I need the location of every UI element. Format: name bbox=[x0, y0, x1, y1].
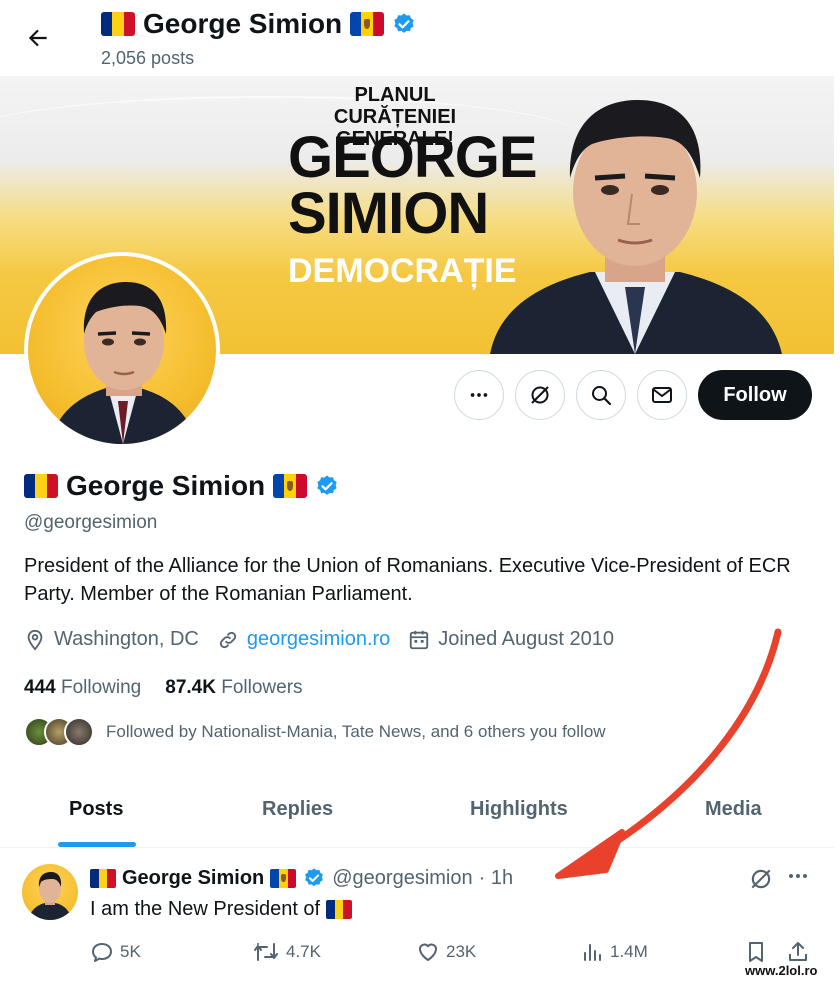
tweet-avatar-portrait bbox=[28, 872, 72, 920]
views-icon bbox=[584, 944, 601, 961]
location-icon bbox=[27, 629, 43, 651]
repost-button[interactable]: 4.7K bbox=[252, 940, 321, 964]
back-arrow-icon[interactable] bbox=[22, 22, 54, 54]
calendar-icon bbox=[410, 630, 429, 649]
profile-handle: @georgesimion bbox=[24, 512, 158, 533]
reply-icon bbox=[92, 943, 112, 962]
following-count: 444 bbox=[24, 677, 56, 698]
tweet-text-content: I am the New President of bbox=[90, 898, 321, 920]
tweet-header: George Simion @georgesimion · 1h bbox=[90, 866, 513, 890]
share-button[interactable] bbox=[786, 940, 810, 964]
avatar-portrait bbox=[50, 282, 196, 444]
reply-count: 5K bbox=[120, 942, 141, 961]
tweet-grok-button[interactable] bbox=[748, 866, 774, 897]
verified-badge-icon bbox=[302, 866, 326, 890]
repost-count: 4.7K bbox=[286, 942, 321, 961]
active-tab-indicator bbox=[58, 842, 136, 847]
message-icon bbox=[652, 387, 672, 403]
followers-link[interactable]: 87.4K Followers bbox=[165, 677, 302, 698]
romania-flag-icon bbox=[24, 474, 58, 498]
views-button[interactable]: 1.4M bbox=[580, 940, 648, 964]
grok-button[interactable] bbox=[515, 370, 565, 420]
tweet-handle[interactable]: @georgesimion bbox=[332, 867, 472, 890]
moldova-flag-icon bbox=[350, 12, 385, 36]
tweet-text: I am the New President of bbox=[90, 898, 353, 921]
tweet-actions: 5K 4.7K 23K 1.4M bbox=[0, 940, 840, 974]
more-icon bbox=[789, 874, 807, 878]
location-text: Washington, DC bbox=[54, 628, 199, 650]
profile-meta: Washington, DC georgesimion.ro Joined Au… bbox=[24, 628, 632, 651]
profile-joined: Joined August 2010 bbox=[408, 628, 614, 651]
bookmark-icon bbox=[749, 942, 763, 962]
romania-flag-icon bbox=[326, 900, 353, 919]
tab-replies[interactable]: Replies bbox=[262, 798, 333, 821]
profile-location: Washington, DC bbox=[24, 628, 199, 651]
header-name: George Simion bbox=[143, 8, 343, 39]
following-label: Following bbox=[60, 677, 142, 698]
joined-text: Joined August 2010 bbox=[438, 628, 614, 650]
profile-display-name: George Simion bbox=[66, 470, 266, 501]
view-count: 1.4M bbox=[610, 942, 648, 961]
like-icon bbox=[419, 943, 437, 961]
message-button[interactable] bbox=[637, 370, 687, 420]
followers-label: Followers bbox=[221, 677, 303, 698]
following-link[interactable]: 444 Following bbox=[24, 677, 141, 698]
website-link[interactable]: georgesimion.ro bbox=[247, 628, 390, 651]
search-button[interactable] bbox=[576, 370, 626, 420]
follow-stats: 444 Following 87.4K Followers bbox=[24, 677, 303, 699]
more-options-button[interactable] bbox=[454, 370, 504, 420]
profile-avatar[interactable] bbox=[24, 252, 220, 448]
profile-website[interactable]: georgesimion.ro bbox=[217, 628, 390, 651]
tweet-more-button[interactable] bbox=[786, 864, 810, 894]
profile-bio: President of the Alliance for the Union … bbox=[24, 555, 791, 605]
followed-by[interactable]: Followed by Nationalist-Mania, Tate News… bbox=[24, 717, 606, 747]
moldova-flag-icon bbox=[270, 868, 297, 888]
like-count: 23K bbox=[446, 942, 477, 961]
tweet-time[interactable]: · 1h bbox=[479, 867, 513, 890]
posts-count: 2,056 posts bbox=[101, 48, 195, 68]
followers-count: 87.4K bbox=[165, 677, 216, 698]
reply-button[interactable]: 5K bbox=[90, 940, 141, 964]
header-title: George Simion bbox=[101, 8, 416, 40]
top-bar: George Simion 2,056 posts bbox=[0, 0, 840, 76]
tab-highlights[interactable]: Highlights bbox=[470, 798, 568, 821]
follower-avatar bbox=[64, 717, 94, 747]
tab-posts[interactable]: Posts bbox=[69, 798, 123, 821]
romania-flag-icon bbox=[101, 12, 135, 36]
tweet-avatar[interactable] bbox=[22, 864, 78, 920]
link-icon bbox=[219, 631, 236, 648]
tab-media[interactable]: Media bbox=[705, 798, 762, 821]
profile-tabs: Posts Replies Highlights Media bbox=[0, 770, 834, 848]
share-icon bbox=[789, 942, 807, 961]
follow-button[interactable]: Follow bbox=[698, 370, 812, 420]
grok-icon bbox=[531, 386, 549, 404]
profile-name: George Simion bbox=[24, 470, 339, 502]
annotation-arrow bbox=[555, 628, 782, 879]
moldova-flag-icon bbox=[273, 474, 308, 498]
more-icon bbox=[470, 393, 488, 397]
repost-icon bbox=[254, 943, 278, 961]
banner-line-1: PLANUL bbox=[354, 84, 436, 106]
search-icon bbox=[592, 386, 612, 406]
like-button[interactable]: 23K bbox=[416, 940, 476, 964]
tweet-author-name[interactable]: George Simion bbox=[122, 867, 264, 890]
grok-icon bbox=[751, 869, 771, 889]
watermark: www.2lol.ro bbox=[742, 962, 821, 979]
followed-by-text: Followed by Nationalist-Mania, Tate News… bbox=[106, 722, 606, 741]
verified-badge-icon[interactable] bbox=[315, 474, 339, 498]
banner-portrait bbox=[490, 100, 782, 354]
verified-badge-icon bbox=[392, 12, 416, 36]
romania-flag-icon bbox=[90, 868, 116, 888]
bookmark-button[interactable] bbox=[744, 940, 768, 964]
